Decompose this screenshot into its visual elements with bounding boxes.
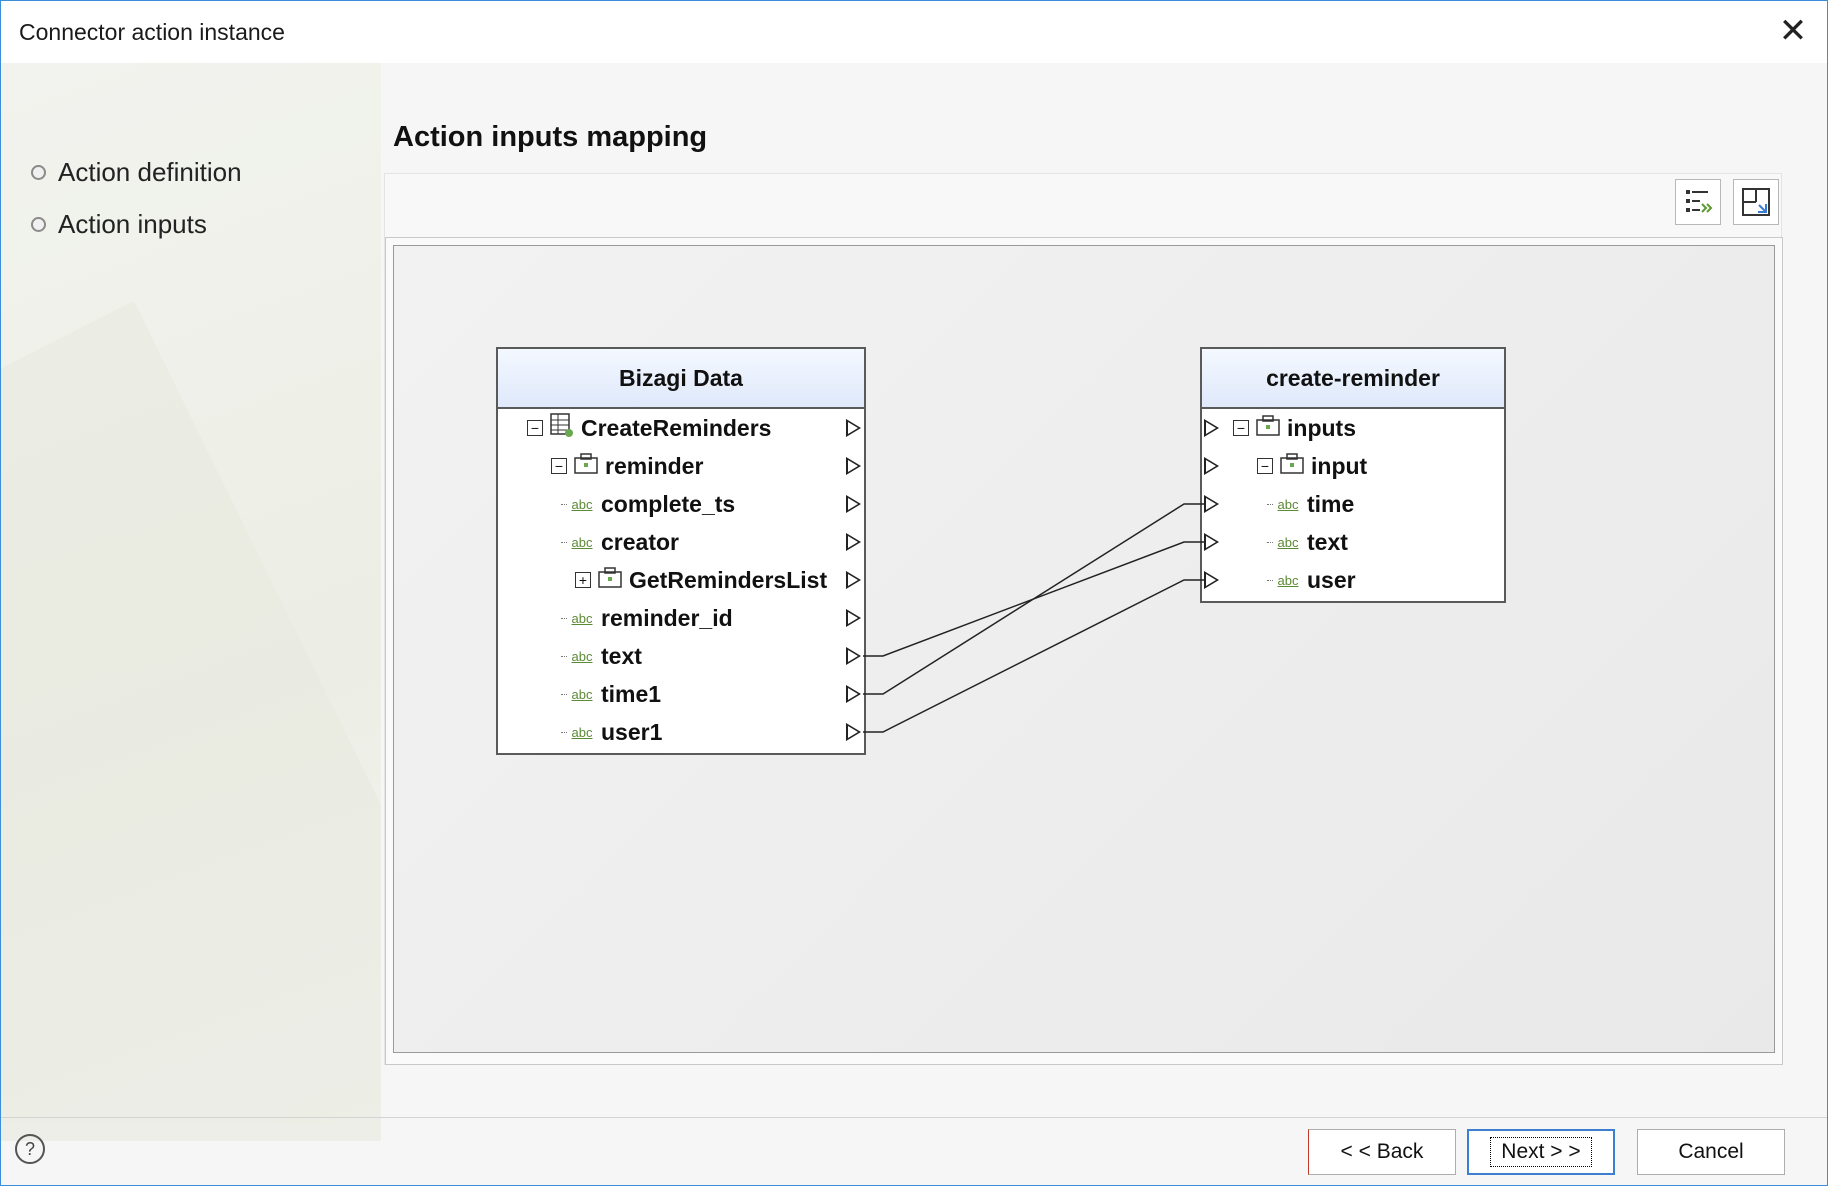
text-attribute-icon: abc [571, 610, 593, 626]
node-label: text [1307, 528, 1348, 555]
layout-icon [1742, 188, 1770, 216]
reminder-port-icon[interactable] [1204, 419, 1219, 437]
bizagi-port-icon[interactable] [846, 723, 861, 741]
bizagi-port-icon[interactable] [846, 457, 861, 475]
node-label: user1 [601, 718, 663, 745]
bizagi-row-reminder[interactable]: − reminder [551, 447, 703, 485]
object-icon [597, 565, 623, 595]
node-label: text [601, 642, 642, 669]
close-icon[interactable]: ✕ [1773, 11, 1813, 51]
text-attribute-icon: abc [1277, 534, 1299, 550]
cancel-button[interactable]: Cancel [1637, 1129, 1785, 1175]
node-label: inputs [1287, 414, 1356, 441]
step-bullet-icon [31, 164, 46, 180]
node-label: creator [601, 528, 679, 555]
collapse-icon[interactable]: − [1257, 458, 1273, 474]
create-reminder-header: create-reminder [1202, 349, 1504, 409]
bizagi-port-icon[interactable] [846, 609, 861, 627]
bizagi-port-icon[interactable] [846, 685, 861, 703]
step-bullet-icon [31, 216, 46, 232]
auto-map-icon [1686, 190, 1713, 213]
wizard-steps: Action definition Action inputs [31, 146, 242, 250]
node-label: input [1311, 452, 1368, 479]
text-attribute-icon: abc [571, 496, 593, 512]
bizagi-data-header: Bizagi Data [498, 349, 864, 409]
section-title: Action inputs mapping [393, 121, 708, 153]
node-label: GetRemindersList [629, 566, 828, 593]
reminder-row-user[interactable]: abc user [1267, 561, 1356, 599]
node-label: reminder_id [601, 604, 733, 631]
bizagi-row-complete-ts[interactable]: abc complete_ts [561, 485, 735, 523]
auto-map-button[interactable] [1675, 179, 1721, 225]
bizagi-port-icon[interactable] [846, 419, 861, 437]
step-action-definition[interactable]: Action definition [31, 146, 242, 198]
step-label: Action inputs [58, 208, 207, 239]
back-button[interactable]: < < Back [1308, 1129, 1456, 1175]
object-icon [1255, 413, 1281, 443]
text-attribute-icon: abc [571, 724, 593, 740]
layout-button[interactable] [1733, 179, 1779, 225]
title-bar: Connector action instance ✕ [1, 1, 1827, 63]
node-label: reminder [605, 452, 704, 479]
bizagi-row-getreminderslist[interactable]: + GetRemindersList [575, 561, 827, 599]
reminder-port-icon[interactable] [1204, 457, 1219, 475]
node-label: time1 [601, 680, 662, 707]
node-label: complete_ts [601, 490, 736, 517]
text-attribute-icon: abc [1277, 496, 1299, 512]
reminder-port-icon[interactable] [1204, 495, 1219, 513]
help-icon[interactable]: ? [15, 1134, 45, 1164]
window-title: Connector action instance [19, 19, 285, 45]
reminder-row-text[interactable]: abc text [1267, 523, 1348, 561]
bizagi-port-icon[interactable] [846, 647, 861, 665]
reminder-row-input[interactable]: − input [1257, 447, 1367, 485]
node-label: user [1307, 566, 1356, 593]
object-icon [573, 451, 599, 481]
step-action-inputs[interactable]: Action inputs [31, 198, 242, 250]
bizagi-row-time1[interactable]: abc time1 [561, 675, 661, 713]
next-label: Next > > [1490, 1137, 1592, 1167]
node-label: time [1307, 490, 1355, 517]
bizagi-row-createreminders[interactable]: − CreateReminders [527, 409, 771, 447]
bizagi-port-icon[interactable] [846, 571, 861, 589]
entity-icon [549, 412, 575, 444]
collapse-icon[interactable]: − [551, 458, 567, 474]
footer-divider [1, 1117, 1827, 1118]
bizagi-row-text[interactable]: abc text [561, 637, 642, 675]
collapse-icon[interactable]: − [1233, 420, 1249, 436]
step-label: Action definition [58, 156, 242, 187]
dialog-window: Connector action instance ✕ Action defin… [0, 0, 1828, 1186]
collapse-icon[interactable]: − [527, 420, 543, 436]
bizagi-row-user1[interactable]: abc user1 [561, 713, 662, 751]
bizagi-row-creator[interactable]: abc creator [561, 523, 679, 561]
object-icon [1279, 451, 1305, 481]
reminder-row-inputs[interactable]: − inputs [1233, 409, 1356, 447]
node-label: CreateReminders [581, 414, 772, 441]
reminder-port-icon[interactable] [1204, 571, 1219, 589]
text-attribute-icon: abc [1277, 572, 1299, 588]
reminder-port-icon[interactable] [1204, 533, 1219, 551]
bizagi-row-reminder-id[interactable]: abc reminder_id [561, 599, 733, 637]
expand-icon[interactable]: + [575, 572, 591, 588]
bizagi-port-icon[interactable] [846, 495, 861, 513]
bizagi-port-icon[interactable] [846, 533, 861, 551]
next-button[interactable]: Next > > [1467, 1129, 1615, 1175]
text-attribute-icon: abc [571, 686, 593, 702]
text-attribute-icon: abc [571, 534, 593, 550]
text-attribute-icon: abc [571, 648, 593, 664]
reminder-row-time[interactable]: abc time [1267, 485, 1354, 523]
